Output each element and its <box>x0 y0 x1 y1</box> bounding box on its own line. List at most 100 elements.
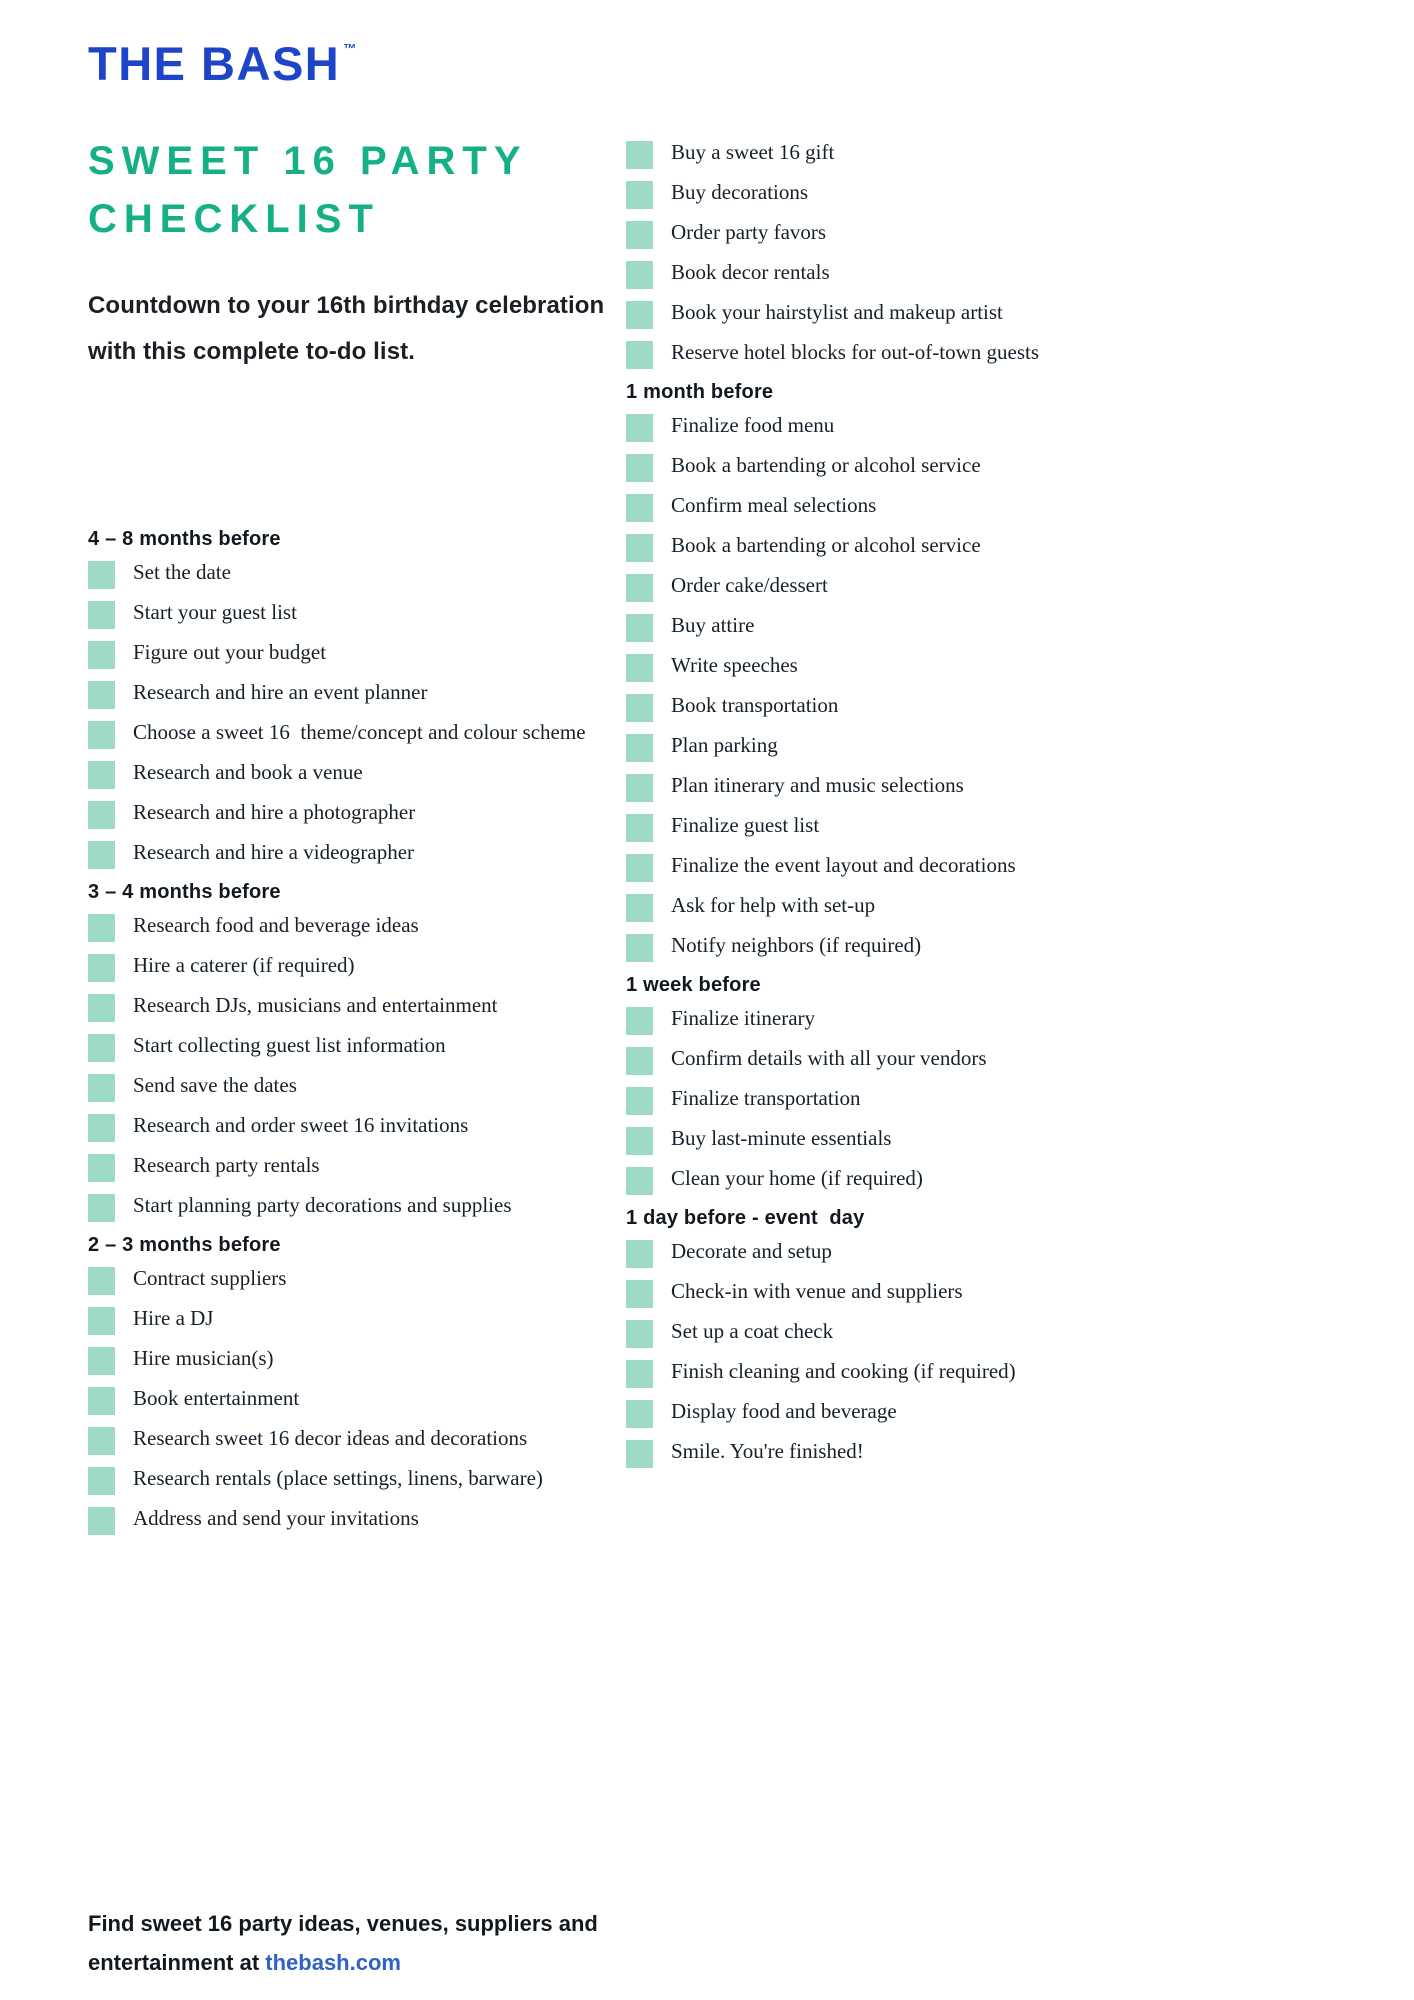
checkbox-icon[interactable] <box>626 494 653 522</box>
checklist-item[interactable]: Display food and beverage <box>626 1396 1326 1436</box>
checkbox-icon[interactable] <box>626 261 653 289</box>
checkbox-icon[interactable] <box>626 1240 653 1268</box>
checkbox-icon[interactable] <box>626 341 653 369</box>
checkbox-icon[interactable] <box>88 914 115 942</box>
checkbox-icon[interactable] <box>626 1400 653 1428</box>
checkbox-icon[interactable] <box>626 894 653 922</box>
checkbox-icon[interactable] <box>88 1114 115 1142</box>
checkbox-icon[interactable] <box>626 141 653 169</box>
checklist-item[interactable]: Book a bartending or alcohol service <box>626 450 1326 490</box>
checklist-item[interactable]: Research food and beverage ideas <box>88 910 608 950</box>
checkbox-icon[interactable] <box>88 1267 115 1295</box>
checkbox-icon[interactable] <box>88 641 115 669</box>
checklist-item[interactable]: Start planning party decorations and sup… <box>88 1190 608 1230</box>
checkbox-icon[interactable] <box>88 1347 115 1375</box>
checklist-item[interactable]: Plan parking <box>626 730 1326 770</box>
checklist-item[interactable]: Book your hairstylist and makeup artist <box>626 297 1326 337</box>
checklist-item[interactable]: Start collecting guest list information <box>88 1030 608 1070</box>
checkbox-icon[interactable] <box>626 181 653 209</box>
checkbox-icon[interactable] <box>626 1360 653 1388</box>
checklist-item[interactable]: Order cake/dessert <box>626 570 1326 610</box>
checkbox-icon[interactable] <box>626 1320 653 1348</box>
checklist-item[interactable]: Confirm details with all your vendors <box>626 1043 1326 1083</box>
checklist-item[interactable]: Finalize itinerary <box>626 1003 1326 1043</box>
checkbox-icon[interactable] <box>88 1154 115 1182</box>
checklist-item[interactable]: Order party favors <box>626 217 1326 257</box>
checklist-item[interactable]: Hire a caterer (if required) <box>88 950 608 990</box>
checkbox-icon[interactable] <box>88 1194 115 1222</box>
checkbox-icon[interactable] <box>626 814 653 842</box>
checklist-item[interactable]: Address and send your invitations <box>88 1503 608 1543</box>
checklist-item[interactable]: Book decor rentals <box>626 257 1326 297</box>
checkbox-icon[interactable] <box>88 761 115 789</box>
thebash-link[interactable]: thebash.com <box>265 1950 401 1975</box>
checkbox-icon[interactable] <box>626 221 653 249</box>
checklist-item[interactable]: Finish cleaning and cooking (if required… <box>626 1356 1326 1396</box>
checkbox-icon[interactable] <box>88 721 115 749</box>
checklist-item[interactable]: Research rentals (place settings, linens… <box>88 1463 608 1503</box>
checklist-item[interactable]: Set up a coat check <box>626 1316 1326 1356</box>
checkbox-icon[interactable] <box>626 1007 653 1035</box>
checkbox-icon[interactable] <box>626 854 653 882</box>
checklist-item[interactable]: Research sweet 16 decor ideas and decora… <box>88 1423 608 1463</box>
checklist-item[interactable]: Plan itinerary and music selections <box>626 770 1326 810</box>
checklist-item[interactable]: Research and hire a photographer <box>88 797 608 837</box>
checklist-item[interactable]: Clean your home (if required) <box>626 1163 1326 1203</box>
checkbox-icon[interactable] <box>626 934 653 962</box>
checklist-item[interactable]: Research and order sweet 16 invitations <box>88 1110 608 1150</box>
checklist-item[interactable]: Contract suppliers <box>88 1263 608 1303</box>
checklist-item[interactable]: Book a bartending or alcohol service <box>626 530 1326 570</box>
checkbox-icon[interactable] <box>626 301 653 329</box>
checklist-item[interactable]: Smile. You're finished! <box>626 1436 1326 1476</box>
checklist-item[interactable]: Figure out your budget <box>88 637 608 677</box>
checkbox-icon[interactable] <box>626 1167 653 1195</box>
checkbox-icon[interactable] <box>88 1307 115 1335</box>
checklist-item[interactable]: Start your guest list <box>88 597 608 637</box>
checklist-item[interactable]: Decorate and setup <box>626 1236 1326 1276</box>
checklist-item[interactable]: Hire musician(s) <box>88 1343 608 1383</box>
checkbox-icon[interactable] <box>88 954 115 982</box>
checkbox-icon[interactable] <box>88 1467 115 1495</box>
checkbox-icon[interactable] <box>626 1047 653 1075</box>
checklist-item[interactable]: Finalize the event layout and decoration… <box>626 850 1326 890</box>
checklist-item[interactable]: Research and hire an event planner <box>88 677 608 717</box>
checklist-item[interactable]: Choose a sweet 16 theme/concept and colo… <box>88 717 608 757</box>
checklist-item[interactable]: Reserve hotel blocks for out-of-town gue… <box>626 337 1326 377</box>
checkbox-icon[interactable] <box>88 681 115 709</box>
checklist-item[interactable]: Set the date <box>88 557 608 597</box>
checkbox-icon[interactable] <box>626 574 653 602</box>
checkbox-icon[interactable] <box>626 654 653 682</box>
checklist-item[interactable]: Finalize food menu <box>626 410 1326 450</box>
checkbox-icon[interactable] <box>626 1087 653 1115</box>
checkbox-icon[interactable] <box>88 561 115 589</box>
checkbox-icon[interactable] <box>626 534 653 562</box>
checkbox-icon[interactable] <box>626 694 653 722</box>
checklist-item[interactable]: Ask for help with set-up <box>626 890 1326 930</box>
checklist-item[interactable]: Finalize guest list <box>626 810 1326 850</box>
checklist-item[interactable]: Buy a sweet 16 gift <box>626 137 1326 177</box>
checkbox-icon[interactable] <box>626 734 653 762</box>
checklist-item[interactable]: Buy attire <box>626 610 1326 650</box>
checklist-item[interactable]: Research DJs, musicians and entertainmen… <box>88 990 608 1030</box>
checklist-item[interactable]: Book entertainment <box>88 1383 608 1423</box>
checkbox-icon[interactable] <box>88 801 115 829</box>
checklist-item[interactable]: Check-in with venue and suppliers <box>626 1276 1326 1316</box>
checkbox-icon[interactable] <box>626 774 653 802</box>
checklist-item[interactable]: Send save the dates <box>88 1070 608 1110</box>
checkbox-icon[interactable] <box>626 614 653 642</box>
checkbox-icon[interactable] <box>626 454 653 482</box>
checkbox-icon[interactable] <box>626 1280 653 1308</box>
checklist-item[interactable]: Research party rentals <box>88 1150 608 1190</box>
checklist-item[interactable]: Notify neighbors (if required) <box>626 930 1326 970</box>
checklist-item[interactable]: Finalize transportation <box>626 1083 1326 1123</box>
checkbox-icon[interactable] <box>626 1127 653 1155</box>
checklist-item[interactable]: Research and hire a videographer <box>88 837 608 877</box>
checkbox-icon[interactable] <box>88 1034 115 1062</box>
checklist-item[interactable]: Buy decorations <box>626 177 1326 217</box>
checklist-item[interactable]: Confirm meal selections <box>626 490 1326 530</box>
checkbox-icon[interactable] <box>88 994 115 1022</box>
checklist-item[interactable]: Buy last-minute essentials <box>626 1123 1326 1163</box>
checkbox-icon[interactable] <box>88 841 115 869</box>
checkbox-icon[interactable] <box>88 1074 115 1102</box>
checklist-item[interactable]: Book transportation <box>626 690 1326 730</box>
